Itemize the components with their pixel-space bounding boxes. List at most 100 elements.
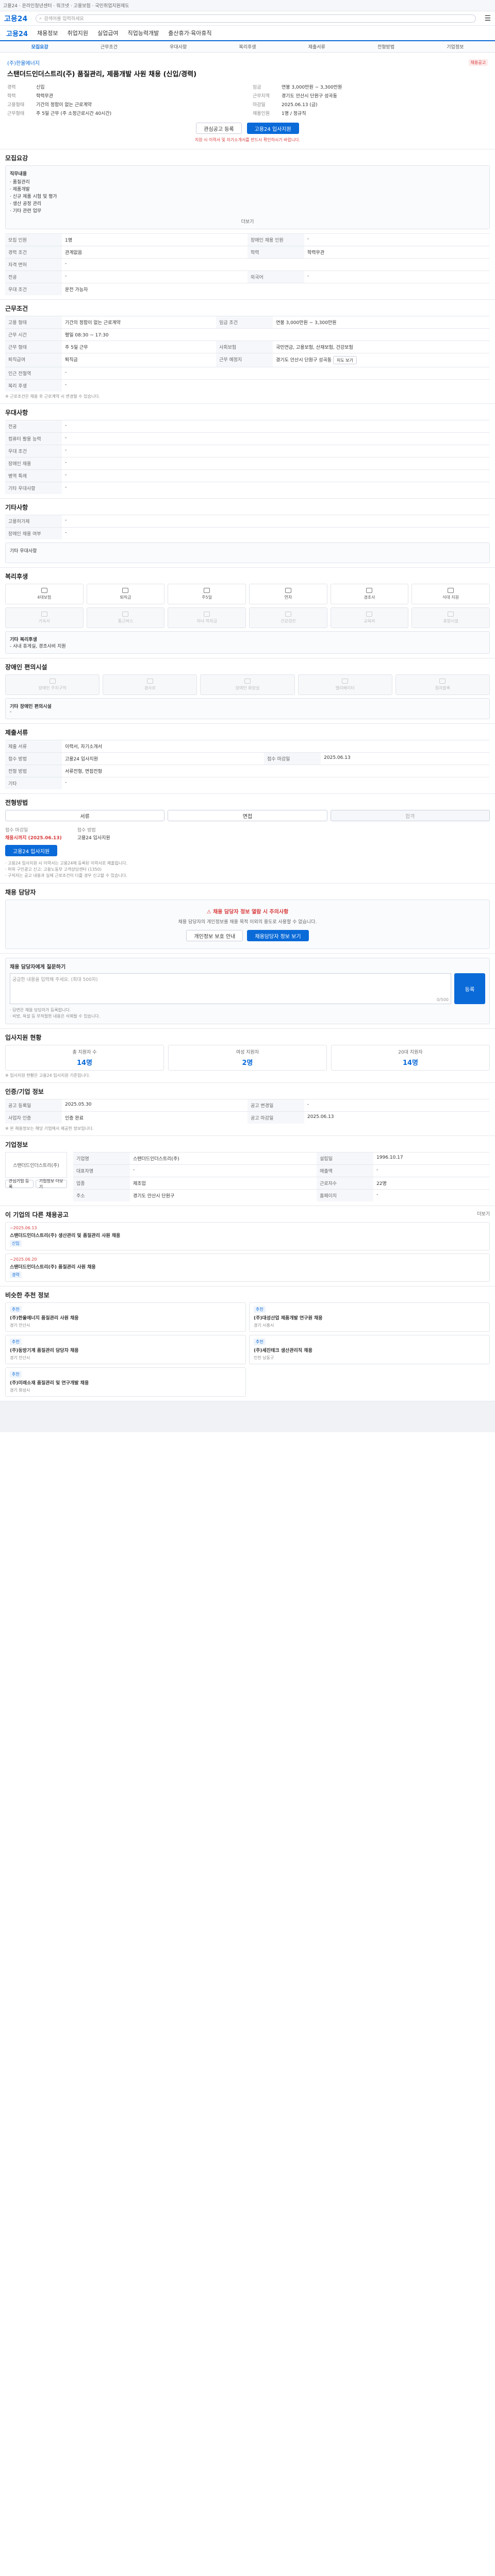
row-key: 접수 방법 — [5, 752, 62, 765]
similar-location: 경기 안산시 — [10, 1355, 30, 1360]
view-contact-button[interactable]: 채용담당자 정보 보기 — [247, 930, 309, 941]
row-value: - — [373, 1164, 490, 1177]
process-note: · 고용24 입사지원 시 이력서는 고용24에 등록된 이력서로 제출됩니다. — [5, 861, 128, 866]
apply-button-bottom[interactable]: 고용24 입사지원 — [5, 845, 58, 856]
row-key: 경력 조건 — [5, 246, 62, 259]
tab-company[interactable]: 기업정보 — [421, 43, 490, 50]
row-key: 장애인 채용 여부 — [5, 527, 62, 539]
row-value: - — [304, 270, 490, 283]
nav-item-leave[interactable]: 출산휴가·육아휴직 — [168, 29, 211, 37]
row-key: 근무 예정지 — [216, 353, 273, 367]
row-value: - — [62, 379, 490, 392]
facility-item: 장애인 화장실 — [200, 674, 295, 695]
similar-location: 경기 시흥시 — [254, 1323, 274, 1328]
main-nav: 고용24 채용정보 취업지원 실업급여 직업능력개발 출산휴가·육아휴직 — [0, 26, 495, 41]
row-value: 연봉 3,000만원 ~ 3,300만원 — [273, 316, 490, 329]
tab-prefer[interactable]: 우대사항 — [144, 43, 213, 50]
work-location: 경기도 안산시 단원구 성곡동 — [276, 358, 332, 363]
etc-note-box: 기타 우대사항 — [5, 543, 490, 563]
follow-company-button[interactable]: 관심기업 등록 — [5, 1179, 34, 1189]
row-key: 공고 마감일 — [248, 1111, 304, 1124]
row-key: 홈페이지 — [317, 1189, 374, 1201]
search-placeholder: 검색어를 입력하세요 — [44, 16, 84, 22]
section-title: 제출서류 — [5, 729, 28, 736]
nav-item-jobs[interactable]: 채용정보 — [37, 29, 58, 37]
duty-line: · 신규 제품 시험 및 평가 — [10, 194, 57, 199]
facility-label: 장애인 주차구역 — [38, 686, 67, 690]
similar-card[interactable]: 추천 (주)세진테크 생산관리직 채용 인천 남동구 — [249, 1335, 490, 1364]
summary-value: 1명 / 정규직 — [282, 111, 306, 116]
similar-section: 비슷한 추천 정보 추천 (주)한울에너지 품질관리 사원 채용 경기 안산시 추천… — [0, 1286, 495, 1401]
utility-links[interactable]: 고용24 · 온라인청년센터 · 워크넷 · 고용보험 · 국민취업지원제도 — [3, 2, 129, 9]
facility-label: 엘리베이터 — [335, 686, 355, 690]
tab-work[interactable]: 근무조건 — [74, 43, 143, 50]
row-key: 매출액 — [317, 1164, 374, 1177]
row-value: 2025.06.13 — [321, 752, 490, 765]
stat-label: 총 지원자 수 — [72, 1050, 97, 1055]
docs-table: 제출 서류 이력서, 자기소개서 접수 방법 고용24 입사지원 접수 마감일 2025… — [5, 740, 490, 789]
similar-title: (주)미래소재 품질관리 및 연구개발 채용 — [10, 1381, 89, 1386]
privacy-info-button[interactable]: 개인정보 보호 안내 — [186, 930, 243, 941]
site-logo[interactable]: 고용24 — [4, 13, 27, 24]
search-input[interactable]: ⌕ 검색어를 입력하세요 — [36, 14, 476, 23]
top-utility-bar: 고용24 · 온라인청년센터 · 워크넷 · 고용보험 · 국민취업지원제도 — [0, 0, 495, 11]
similar-card[interactable]: 추천 (주)한울에너지 품질관리 사원 채용 경기 안산시 — [5, 1302, 246, 1332]
process-steps: 서류 면접 합격 — [5, 810, 490, 821]
row-value: 퇴직금 — [62, 353, 217, 367]
facility-label: 장애인 화장실 — [235, 686, 260, 690]
braille-icon — [439, 679, 446, 684]
row-value: 관계없음 — [62, 246, 248, 259]
manage-section: 인증/기업 정보 공고 등록일 2025.05.30 공고 변경일 - 사업자 인증 인… — [0, 1083, 495, 1136]
section-title: 기타사항 — [5, 504, 28, 511]
menu-icon[interactable]: ☰ — [484, 14, 491, 23]
company-name[interactable]: (주)한울에너지 — [7, 59, 40, 66]
qna-note: · 비방, 욕설 등 부적절한 내용은 삭제될 수 있습니다. — [10, 1014, 101, 1019]
facility-item: 엘리베이터 — [298, 674, 392, 695]
summary-key: 고용형태 — [7, 103, 25, 108]
nav-item-support[interactable]: 취업지원 — [68, 29, 88, 37]
summary-key: 임금 — [253, 85, 261, 90]
similar-tag: 추천 — [254, 1306, 266, 1313]
summary-key: 채용인원 — [253, 111, 270, 116]
tab-process[interactable]: 전형방법 — [351, 43, 420, 50]
apply-button[interactable]: 고용24 입사지원 — [246, 123, 299, 134]
qna-section: 채용 담당자에게 질문하기 궁금한 내용을 입력해 주세요. (최대 500자)… — [0, 954, 495, 1029]
qna-textarea[interactable]: 궁금한 내용을 입력해 주세요. (최대 500자) 0/500 — [10, 973, 451, 1004]
qna-submit-button[interactable]: 등록 — [454, 973, 485, 1004]
bus-icon — [122, 612, 129, 617]
more-button[interactable]: 더보기 — [10, 218, 485, 225]
row-value: 경기도 안산시 단원구 성곡동 지도 보기 — [273, 353, 490, 367]
row-key: 모집 인원 — [5, 233, 62, 246]
tab-welfare[interactable]: 복리후생 — [213, 43, 282, 50]
tab-docs[interactable]: 제출서류 — [282, 43, 351, 50]
summary-right: 임금 연봉 3,000만원 ~ 3,300만원 근무지역 경기도 안산시 단원구 성… — [253, 82, 488, 117]
nav-home[interactable]: 고용24 — [6, 28, 28, 38]
method-value: 고용24 입사지원 — [77, 836, 110, 841]
company-more-button[interactable]: 기업정보 더보기 — [35, 1179, 67, 1189]
method-label: 접수 방법 — [77, 828, 96, 833]
similar-card[interactable]: 추천 (주)미래소재 품질관리 및 연구개발 채용 경기 화성시 — [5, 1367, 246, 1397]
qna-counter: 0/500 — [436, 997, 449, 1002]
row-key: 퇴직급여 — [5, 353, 62, 367]
similar-card[interactable]: 추천 (주)대성산업 제품개발 연구원 채용 경기 시흥시 — [249, 1302, 490, 1332]
row-key: 주소 — [73, 1189, 130, 1201]
other-job-card[interactable]: ~2025.06.20 스탠더드인더스트리(주) 품질관리 사원 채용 경력 — [5, 1253, 490, 1282]
row-key: 기타 — [5, 777, 62, 789]
job-tag: 경력 — [10, 1272, 22, 1278]
summary-value: 기간의 정함이 없는 근로계약 — [36, 103, 92, 108]
company-table: 기업명 스탠더드인더스트리(주) 설립일 1996.10.17 대표자명 - 매출액 - 업… — [73, 1152, 490, 1201]
other-job-card[interactable]: ~2025.06.13 스탠더드인더스트리(주) 생산관리 및 품질관리 사원 … — [5, 1222, 490, 1250]
map-button[interactable]: 지도 보기 — [333, 356, 357, 364]
job-summary: (주)한울에너지 채용공고 스탠더드인더스트리(주) 품질관리, 제품개발 사원… — [0, 53, 495, 149]
disability-note: - — [10, 709, 12, 715]
nav-item-training[interactable]: 직업능력개발 — [127, 29, 159, 37]
welfare-label: 통근버스 — [118, 619, 134, 623]
tab-recruit[interactable]: 모집요강 — [5, 43, 74, 50]
other-jobs-more[interactable]: 더보기 — [477, 1210, 490, 1222]
site-header: 고용24 ⌕ 검색어를 입력하세요 ☰ — [0, 11, 495, 26]
scrap-button[interactable]: 관심공고 등록 — [196, 123, 242, 134]
summary-key: 학력 — [7, 94, 16, 99]
similar-card[interactable]: 추천 (주)동방기계 품질관리 담당자 채용 경기 안산시 — [5, 1335, 246, 1364]
welfare-item-off: 자녀 학자금 — [168, 607, 246, 628]
nav-item-benefit[interactable]: 실업급여 — [97, 29, 118, 37]
